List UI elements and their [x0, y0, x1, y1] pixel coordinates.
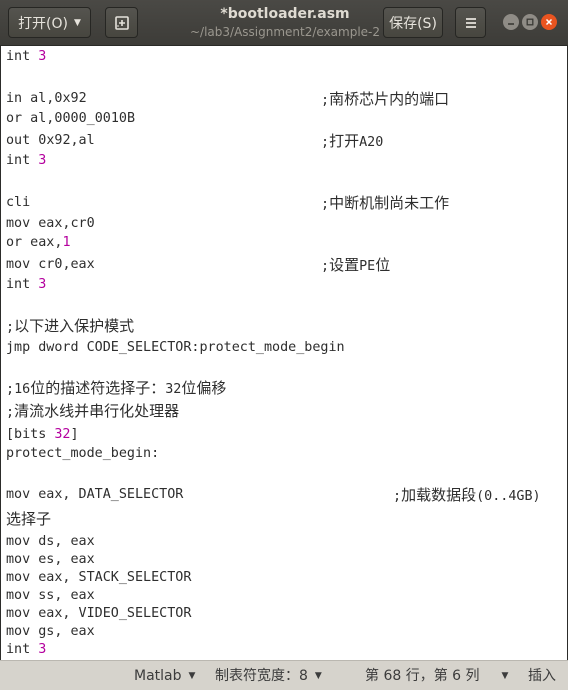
code-line[interactable]: or al,0000_0010B: [6, 110, 135, 128]
code-text: int 3: [6, 49, 47, 64]
code-text: or eax,1: [6, 235, 71, 250]
insert-mode-label: 插入: [528, 668, 556, 684]
dropdown-caret-icon: ▼: [501, 671, 509, 681]
code-line[interactable]: ;以下进入保护模式: [6, 317, 134, 335]
open-button-label: 打开(O): [18, 15, 69, 32]
save-button-label: 保存(S): [389, 15, 437, 32]
document-path: ~/lab3/Assignment2/example-2: [189, 25, 381, 39]
code-text: ;16位的描述符选择子：32位偏移: [6, 379, 227, 397]
dropdown-caret-icon: ▼: [188, 671, 196, 681]
code-line[interactable]: mov eax,cr0: [6, 215, 95, 233]
code-line[interactable]: mov eax, STACK_SELECTOR: [6, 569, 191, 587]
cursor-position-selector[interactable]: 第 68 行，第 6 列 ▼: [365, 667, 508, 685]
new-document-button[interactable]: [105, 7, 138, 38]
code-line[interactable]: out 0x92,al ;打开A20: [6, 132, 383, 150]
save-button[interactable]: 保存(S): [383, 7, 443, 38]
code-text: in al,0x92: [6, 91, 87, 106]
code-line[interactable]: 选择子: [6, 510, 51, 528]
maximize-button[interactable]: [522, 14, 538, 30]
code-text: mov eax, STACK_SELECTOR: [6, 570, 192, 585]
cursor-position-label: 第 68 行，第 6 列: [365, 668, 480, 684]
code-text: 选择子: [6, 510, 52, 528]
code-text: mov eax,cr0: [6, 216, 95, 231]
code-text: or al,0000_0010B: [6, 111, 135, 126]
code-line[interactable]: protect_mode_begin:: [6, 445, 159, 463]
code-line[interactable]: or eax,1: [6, 234, 71, 252]
dropdown-caret-icon: ▼: [314, 671, 322, 681]
code-text: int 3: [6, 153, 47, 168]
code-line[interactable]: mov es, eax: [6, 551, 95, 569]
insert-mode-indicator[interactable]: 插入: [528, 667, 556, 685]
code-text: mov eax, VIDEO_SELECTOR: [6, 606, 192, 621]
minimize-button[interactable]: [503, 14, 519, 30]
code-line[interactable]: ;清流水线并串行化处理器: [6, 402, 179, 420]
code-text: int 3: [6, 277, 47, 292]
text-editor[interactable]: int 3 in al,0x92 ;南桥芯片内的端口 or al,0000_0010B…: [0, 46, 568, 660]
document-title: *bootloader.asm: [220, 6, 350, 22]
window-title-area: *bootloader.asm ~/lab3/Assignment2/examp…: [180, 5, 390, 40]
code-line[interactable]: mov ds, eax: [6, 533, 95, 551]
code-line[interactable]: [bits 32]: [6, 426, 79, 444]
tab-width-selector[interactable]: 制表符宽度：8 ▼: [215, 667, 322, 685]
menu-button[interactable]: [455, 7, 486, 38]
code-line[interactable]: int 3: [6, 641, 46, 659]
dropdown-caret-icon: ▼: [74, 17, 81, 28]
code-text: protect_mode_begin:: [6, 446, 160, 461]
status-bar: Matlab ▼ 制表符宽度：8 ▼ 第 68 行，第 6 列 ▼ 插入: [0, 660, 568, 690]
code-line[interactable]: mov cr0,eax ;设置PE位: [6, 256, 390, 274]
code-line[interactable]: in al,0x92 ;南桥芯片内的端口: [6, 90, 449, 108]
language-label: Matlab: [134, 668, 182, 684]
code-comment: ;中断机制尚未工作: [321, 194, 450, 212]
hamburger-menu-icon: [465, 17, 476, 28]
code-text: mov gs, eax: [6, 624, 95, 639]
new-document-icon: [114, 15, 129, 30]
code-line[interactable]: jmp dword CODE_SELECTOR:protect_mode_beg…: [6, 339, 345, 357]
code-line[interactable]: cli ;中断机制尚未工作: [6, 194, 449, 212]
code-text: jmp dword CODE_SELECTOR:protect_mode_beg…: [6, 340, 345, 355]
code-text: ;以下进入保护模式: [6, 317, 135, 335]
open-button[interactable]: 打开(O) ▼: [8, 7, 91, 38]
header-bar: 打开(O) ▼ *bootloader.asm ~/lab3/Assignmen…: [0, 0, 568, 46]
code-text: mov eax, DATA_SELECTOR: [6, 487, 184, 502]
close-icon: [545, 18, 553, 26]
code-line[interactable]: int 3: [6, 152, 46, 170]
code-comment: ;设置PE位: [321, 256, 391, 274]
code-text: mov ds, eax: [6, 534, 95, 549]
code-text: cli: [6, 195, 31, 210]
code-text: [bits 32]: [6, 427, 79, 442]
code-line[interactable]: int 3: [6, 276, 46, 294]
code-line[interactable]: int 3: [6, 48, 46, 66]
code-line[interactable]: mov eax, VIDEO_SELECTOR: [6, 605, 191, 623]
code-text: int 3: [6, 642, 47, 657]
close-button[interactable]: [541, 14, 557, 30]
code-comment: ;南桥芯片内的端口: [321, 90, 450, 108]
code-text: mov cr0,eax: [6, 257, 95, 272]
code-comment: ;加载数据段(0..4GB): [393, 486, 541, 504]
tab-width-label: 制表符宽度：8: [215, 668, 308, 684]
code-line[interactable]: mov ss, eax: [6, 587, 95, 605]
code-comment: ;打开A20: [321, 132, 384, 150]
code-line[interactable]: mov gs, eax: [6, 623, 95, 641]
code-line[interactable]: ;16位的描述符选择子：32位偏移: [6, 379, 226, 397]
maximize-icon: [526, 18, 534, 26]
code-text: ;清流水线并串行化处理器: [6, 402, 180, 420]
code-text: out 0x92,al: [6, 133, 95, 148]
code-text: mov es, eax: [6, 552, 95, 567]
code-line[interactable]: mov eax, DATA_SELECTOR ;加载数据段(0..4GB): [6, 486, 541, 504]
code-text: mov ss, eax: [6, 588, 95, 603]
language-selector[interactable]: Matlab ▼: [134, 667, 195, 685]
minimize-icon: [508, 23, 514, 25]
